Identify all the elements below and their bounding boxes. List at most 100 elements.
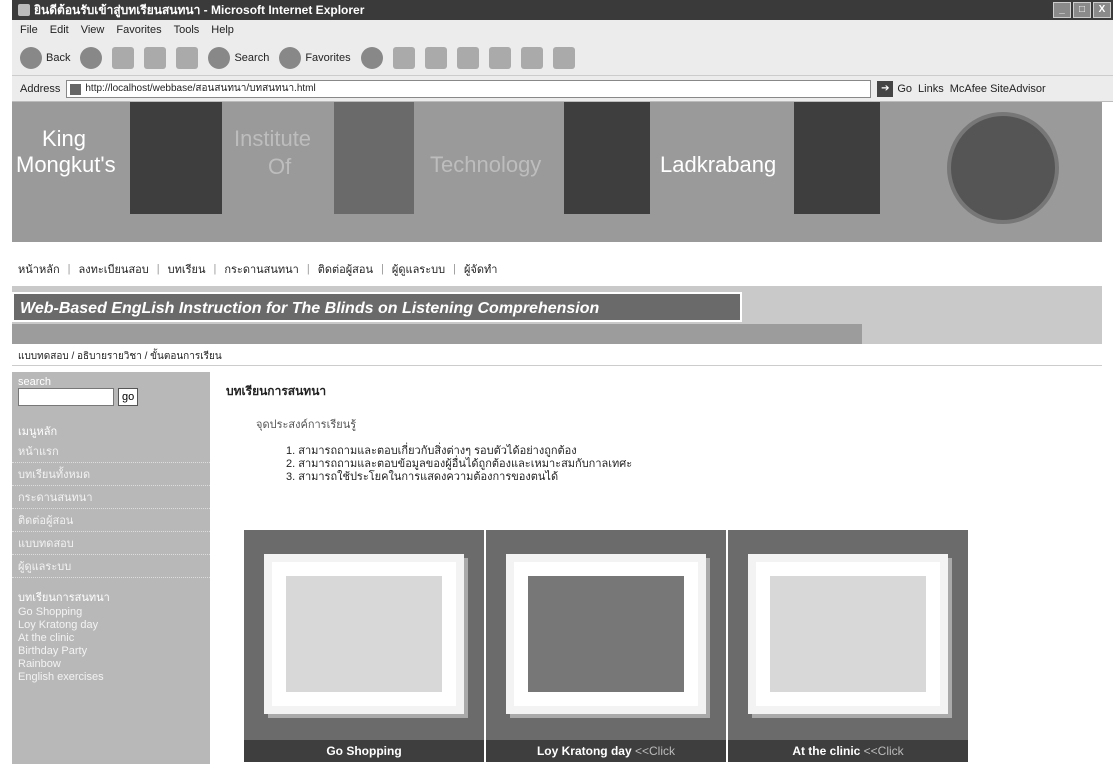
go-button[interactable]: ➔ Go xyxy=(877,80,913,97)
forward-arrow-icon[interactable] xyxy=(80,46,103,69)
back-arrow-icon xyxy=(20,46,42,69)
objective-item: 1. สามารถถามและตอบเกี่ยวกับสิ่งต่างๆ รอบ… xyxy=(286,445,577,457)
window-title-bar: ยินดีต้อนรับเข้าสู่บทเรียนสนทนา - Micros… xyxy=(12,0,1113,20)
print-icon[interactable] xyxy=(424,46,447,69)
clinic-illustration xyxy=(770,576,926,692)
banner-word-technology: Technology xyxy=(430,152,542,177)
lesson-card-caption[interactable]: Loy Kratong day <<Click xyxy=(486,740,726,762)
sidebar-item-contact-teacher[interactable]: ติดต่อผู้สอน xyxy=(12,509,210,532)
mail-icon[interactable] xyxy=(392,46,415,69)
menu-help[interactable]: Help xyxy=(211,24,234,36)
search-button[interactable]: Search xyxy=(208,46,270,69)
menu-view[interactable]: View xyxy=(81,24,105,36)
main-content: บทเรียนการสนทนา จุดประสงค์การเรียนรู้ 1.… xyxy=(226,374,1096,764)
close-button[interactable]: X xyxy=(1093,2,1111,18)
divider: | xyxy=(381,263,384,275)
page-content: King Mongkut's Institute Of Technology L… xyxy=(12,102,1102,764)
search-input[interactable] xyxy=(18,388,114,406)
page-title: บทเรียนการสนทนา xyxy=(226,384,327,398)
topnav-admin[interactable]: ผู้ดูแลระบบ xyxy=(392,260,445,278)
sub-navigation: แบบทดสอบ / อธิบายรายวิชา / ขั้นตอนการเรี… xyxy=(12,348,1102,366)
address-input[interactable]: http://localhost/webbase/สอนสนทนา/บทสนทน… xyxy=(66,79,872,98)
sidebar-lesson-birthday-party[interactable]: Birthday Party xyxy=(12,645,210,658)
home-icon[interactable] xyxy=(176,46,199,69)
lesson-picture-frame xyxy=(748,554,948,714)
menu-file[interactable]: File xyxy=(20,24,38,36)
top-navigation: หน้าหลัก | ลงทะเบียนสอบ | บทเรียน | กระดานส… xyxy=(12,258,1102,280)
sidebar-lesson-rainbow[interactable]: Rainbow xyxy=(12,658,210,671)
sidebar: search go เมนูหลัก หน้าแรก บทเรียนทั้งหม… xyxy=(12,372,210,764)
browser-toolbar: Back Search Favorites xyxy=(12,40,1113,76)
discuss-icon[interactable] xyxy=(488,46,511,69)
search-heading: search xyxy=(18,376,52,388)
topnav-developer[interactable]: ผู้จัดทำ xyxy=(464,260,497,278)
stop-icon[interactable] xyxy=(112,46,135,69)
go-arrow-icon: ➔ xyxy=(877,80,894,97)
banner-illustration-3 xyxy=(564,102,650,214)
objectives-list: 1. สามารถถามและตอบเกี่ยวกับสิ่งต่างๆ รอบ… xyxy=(286,445,1096,484)
search-label: Search xyxy=(234,51,270,64)
go-label: Go xyxy=(897,82,913,95)
messenger-icon[interactable] xyxy=(552,46,575,69)
lesson-card-caption[interactable]: At the clinic <<Click xyxy=(728,740,968,762)
research-icon[interactable] xyxy=(520,46,543,69)
favorites-button[interactable]: Favorites xyxy=(279,46,351,69)
subnav-learning-steps[interactable]: ขั้นตอนการเรียน xyxy=(150,351,222,362)
lesson-card-title: Loy Kratong day xyxy=(536,744,632,758)
maximize-button[interactable]: □ xyxy=(1073,2,1091,18)
back-button[interactable]: Back xyxy=(20,46,70,69)
sidebar-item-all-lessons[interactable]: บทเรียนทั้งหมด xyxy=(12,463,210,486)
banner-word-king: King xyxy=(42,126,87,151)
topnav-webboard[interactable]: กระดานสนทนา xyxy=(224,260,299,278)
header-banner: King Mongkut's Institute Of Technology L… xyxy=(12,102,1102,242)
address-url: http://localhost/webbase/สอนสนทนา/บทสนทน… xyxy=(85,82,316,94)
subnav-test[interactable]: แบบทดสอบ xyxy=(18,351,69,362)
sidebar-lesson-at-the-clinic[interactable]: At the clinic xyxy=(12,632,210,645)
page-icon xyxy=(70,83,82,95)
subnav-course-description[interactable]: อธิบายรายวิชา xyxy=(77,351,142,362)
history-icon[interactable] xyxy=(360,46,383,69)
address-label: Address xyxy=(20,82,61,95)
sidebar-item-home[interactable]: หน้าแรก xyxy=(12,440,210,463)
menu-tools[interactable]: Tools xyxy=(174,24,200,36)
sidebar-item-webboard[interactable]: กระดานสนทนา xyxy=(12,486,210,509)
banner-word-of: Of xyxy=(268,154,292,179)
topnav-home[interactable]: หน้าหลัก xyxy=(18,260,60,278)
topnav-contact-teacher[interactable]: ติดต่อผู้สอน xyxy=(318,260,373,278)
title-banner-stripe xyxy=(12,324,862,344)
menu-edit[interactable]: Edit xyxy=(50,24,69,36)
refresh-icon[interactable] xyxy=(144,46,167,69)
banner-word-mongkuts: Mongkut's xyxy=(16,152,116,177)
sidebar-lesson-english-exercises[interactable]: English exercises xyxy=(12,671,210,684)
lesson-card-loy-kratong[interactable]: Loy Kratong day <<Click xyxy=(486,530,726,762)
sidebar-item-test[interactable]: แบบทดสอบ xyxy=(12,532,210,555)
topnav-register-exam[interactable]: ลงทะเบียนสอบ xyxy=(78,260,148,278)
sidebar-lesson-loy-kratong[interactable]: Loy Kratong day xyxy=(12,619,210,632)
minimize-button[interactable]: _ xyxy=(1053,2,1071,18)
banner-illustration-4 xyxy=(794,102,880,214)
star-icon xyxy=(279,46,302,69)
topnav-lessons[interactable]: บทเรียน xyxy=(168,260,206,278)
edit-icon[interactable] xyxy=(456,46,479,69)
title-banner: Web-Based EngLish Instruction for The Bl… xyxy=(12,286,1102,344)
lesson-card-go-shopping[interactable]: Go Shopping xyxy=(244,530,484,762)
divider: | xyxy=(306,263,310,275)
site-title: Web-Based EngLish Instruction for The Bl… xyxy=(12,292,742,322)
sidebar-item-admin[interactable]: ผู้ดูแลระบบ xyxy=(12,555,210,578)
lesson-card-at-the-clinic[interactable]: At the clinic <<Click xyxy=(728,530,968,762)
address-bar: Address http://localhost/webbase/สอนสนทน… xyxy=(12,76,1113,102)
banner-illustration-1 xyxy=(130,102,222,214)
lesson-card-title: Go Shopping xyxy=(326,744,402,758)
loy-kratong-illustration xyxy=(528,576,684,692)
mcafee-link[interactable]: McAfee SiteAdvisor xyxy=(950,83,1046,95)
sidebar-lesson-go-shopping[interactable]: Go Shopping xyxy=(12,606,210,619)
lesson-picture-frame xyxy=(264,554,464,714)
search-go-button[interactable]: go xyxy=(118,388,139,406)
menu-favorites[interactable]: Favorites xyxy=(116,24,161,36)
click-hint: <<Click xyxy=(860,744,904,758)
lesson-card-caption[interactable]: Go Shopping xyxy=(244,740,484,762)
links-label[interactable]: Links xyxy=(918,83,944,95)
lesson-card-title: At the clinic xyxy=(792,744,861,758)
lesson-picture-frame xyxy=(506,554,706,714)
objective-item: 2. สามารถถามและตอบข้อมูลของผู้อื่นได้ถูก… xyxy=(286,458,633,470)
